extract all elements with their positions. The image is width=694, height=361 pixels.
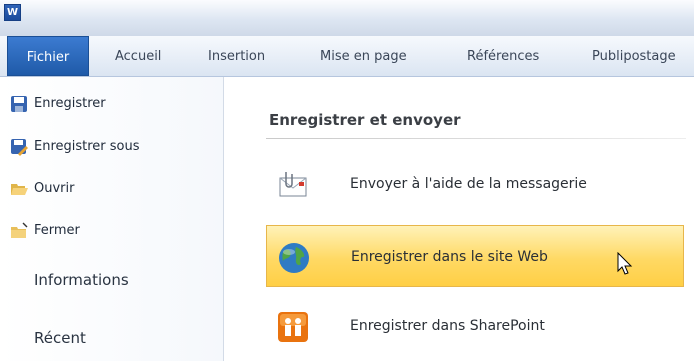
command-label: Fermer [34, 223, 80, 238]
tab-fichier[interactable]: Fichier [7, 36, 89, 76]
close-folder-icon [11, 222, 28, 238]
backstage-main-pane: Enregistrer et envoyer Envoyer à l'aide … [224, 77, 694, 361]
backstage-left-pane: Enregistrer Enregistrer sous Ouvrir Ferm… [0, 77, 224, 361]
command-label: Enregistrer sous [34, 139, 140, 154]
option-label: Enregistrer dans le site Web [351, 249, 548, 265]
email-attachment-icon [279, 172, 307, 197]
open-folder-icon [11, 184, 28, 195]
option-save-to-sharepoint[interactable]: Enregistrer dans SharePoint [266, 295, 684, 357]
option-label: Enregistrer dans SharePoint [350, 318, 545, 334]
command-enregistrer[interactable]: Enregistrer [11, 93, 106, 115]
tab-insertion[interactable]: Insertion [208, 36, 265, 76]
tab-mise-en-page[interactable]: Mise en page [320, 36, 407, 76]
save-icon [11, 96, 27, 112]
mouse-pointer-icon [617, 252, 633, 275]
nav-recent[interactable]: Récent [34, 329, 86, 347]
command-label: Ouvrir [34, 181, 75, 196]
nav-informations[interactable]: Informations [34, 271, 129, 289]
command-ouvrir[interactable]: Ouvrir [11, 178, 75, 200]
sharepoint-icon [278, 312, 308, 342]
command-fermer[interactable]: Fermer [11, 220, 80, 242]
tab-accueil[interactable]: Accueil [115, 36, 161, 76]
option-label: Envoyer à l'aide de la messagerie [350, 176, 587, 192]
section-divider [266, 138, 686, 139]
option-send-email[interactable]: Envoyer à l'aide de la messagerie [266, 153, 684, 215]
word-logo-icon[interactable]: W [4, 4, 21, 21]
command-label: Enregistrer [34, 96, 106, 111]
tab-publipostage[interactable]: Publipostage [592, 36, 676, 76]
globe-icon [279, 243, 309, 273]
save-as-icon [11, 139, 28, 156]
title-bar: W [0, 0, 694, 36]
command-enregistrer-sous[interactable]: Enregistrer sous [11, 136, 140, 158]
section-title: Enregistrer et envoyer [269, 111, 461, 129]
tab-references[interactable]: Références [467, 36, 539, 76]
ribbon-tab-bar: Accueil Insertion Mise en page Référence… [0, 36, 694, 77]
